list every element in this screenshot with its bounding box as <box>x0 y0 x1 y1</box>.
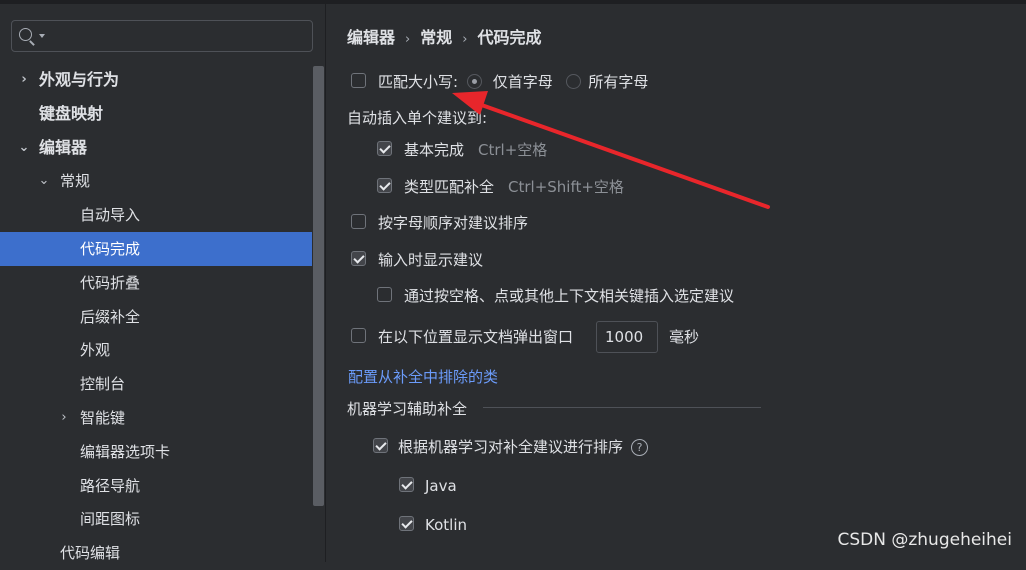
show-doc-checkbox[interactable] <box>351 328 366 343</box>
ml-kotlin-label: Kotlin <box>425 516 467 534</box>
radio-all-letters-label: 所有字母 <box>588 73 649 91</box>
tree-item-appearance[interactable]: › 外观与行为 <box>0 63 312 97</box>
tree-item-code-folding[interactable]: 代码折叠 <box>0 266 312 300</box>
tree-item-label: 常规 <box>60 172 91 191</box>
show-doc-label: 在以下位置显示文档弹出窗口 <box>378 328 574 346</box>
chevron-right-icon[interactable]: › <box>17 63 31 97</box>
tree-item-label: 外观与行为 <box>39 70 120 89</box>
tree-item-smart-keys[interactable]: › 智能键 <box>0 401 312 435</box>
chevron-down-icon[interactable]: ⌄ <box>17 131 31 165</box>
tree-item-label: 后缀补全 <box>80 307 141 326</box>
smart-type-label: 类型匹配补全 <box>404 178 495 196</box>
tree-item-label: 外观 <box>80 341 111 360</box>
tree-item-label: 编辑器选项卡 <box>80 442 171 461</box>
basic-completion-label: 基本完成 <box>404 141 465 159</box>
show-on-typing-label: 输入时显示建议 <box>378 251 484 269</box>
insert-on-space-label: 通过按空格、点或其他上下文相关键插入选定建议 <box>404 287 735 305</box>
ml-java-label: Java <box>425 477 457 495</box>
exclude-classes-link[interactable]: 配置从补全中排除的类 <box>348 366 498 387</box>
tree-item-editor[interactable]: ⌄ 编辑器 <box>0 131 312 165</box>
sort-alpha-checkbox[interactable] <box>351 214 366 229</box>
tree-item-postfix[interactable]: 后缀补全 <box>0 300 312 334</box>
doc-delay-input[interactable]: 1000 <box>596 321 658 353</box>
tree-item-keymap[interactable]: 键盘映射 <box>0 97 312 131</box>
breadcrumb-code-completion: 代码完成 <box>477 28 542 47</box>
tree-item-label: 间距图标 <box>80 510 141 529</box>
settings-search-input[interactable] <box>11 20 313 52</box>
tree-item-label: 自动导入 <box>80 206 141 225</box>
tree-item-label: 代码编辑 <box>60 544 121 563</box>
tree-item-label: 代码完成 <box>80 240 141 258</box>
basic-completion-checkbox[interactable] <box>377 141 392 156</box>
help-icon[interactable]: ? <box>631 439 649 456</box>
breadcrumb-editor[interactable]: 编辑器 <box>347 28 395 47</box>
sort-alpha-label: 按字母顺序对建议排序 <box>378 214 529 232</box>
show-doc-unit: 毫秒 <box>669 328 700 346</box>
ml-kotlin-checkbox[interactable] <box>399 516 414 531</box>
auto-insert-heading: 自动插入单个建议到: <box>347 109 488 127</box>
tree-item-label: 智能键 <box>80 409 126 427</box>
smart-type-shortcut: Ctrl+Shift+空格 <box>508 178 624 196</box>
settings-content-panel: 编辑器 › 常规 › 代码完成 匹配大小写: 仅首字母 所有字母 自动插入单个建议到: … <box>326 4 1026 562</box>
insert-on-space-checkbox[interactable] <box>377 287 392 302</box>
tree-item-gutter-icons[interactable]: 间距图标 <box>0 502 312 536</box>
chevron-down-icon[interactable] <box>39 34 45 38</box>
breadcrumb-general[interactable]: 常规 <box>420 28 452 47</box>
basic-completion-shortcut: Ctrl+空格 <box>478 141 548 159</box>
tree-item-label: 控制台 <box>80 375 126 394</box>
ml-group-divider <box>483 407 761 408</box>
tree-item-console[interactable]: 控制台 <box>0 367 312 401</box>
chevron-right-icon: › <box>405 32 411 47</box>
match-case-label: 匹配大小写: <box>378 73 459 91</box>
tree-item-label: 代码折叠 <box>80 273 141 292</box>
chevron-down-icon[interactable]: ⌄ <box>37 164 51 198</box>
tree-item-label: 键盘映射 <box>39 103 104 123</box>
ml-sort-checkbox[interactable] <box>373 438 388 453</box>
tree-item-appearance-sub[interactable]: 外观 <box>0 333 312 367</box>
tree-scrollbar[interactable] <box>313 66 324 506</box>
tree-item-general[interactable]: ⌄ 常规 <box>0 164 312 198</box>
radio-all-letters[interactable] <box>565 74 581 89</box>
ml-java-checkbox[interactable] <box>399 477 414 492</box>
chevron-right-icon: › <box>462 32 468 47</box>
radio-first-letter[interactable] <box>467 74 482 89</box>
settings-tree-panel: › 外观与行为键盘映射 ⌄ 编辑器 ⌄ 常规自动导入代码完成代码折叠后缀补全外观控制台 › 智… <box>0 4 326 562</box>
chevron-right-icon[interactable]: › <box>57 401 71 435</box>
ml-group-title: 机器学习辅助补全 <box>347 400 468 418</box>
show-on-typing-checkbox[interactable] <box>351 251 366 266</box>
match-case-checkbox[interactable] <box>351 73 366 88</box>
ml-sort-label: 根据机器学习对补全建议进行排序 <box>398 438 624 456</box>
tree-item-label: 路径导航 <box>80 476 141 495</box>
breadcrumb: 编辑器 › 常规 › 代码完成 <box>347 24 541 48</box>
watermark: CSDN @zhugeheihei <box>837 530 1012 550</box>
smart-type-checkbox[interactable] <box>377 178 392 193</box>
tree-item-code-editing[interactable]: 代码编辑 <box>0 536 312 570</box>
tree-item-label: 编辑器 <box>39 137 88 157</box>
tree-item-auto-import[interactable]: 自动导入 <box>0 198 312 232</box>
radio-first-letter-label: 仅首字母 <box>492 73 553 91</box>
search-icon <box>19 28 32 41</box>
tree-item-code-completion[interactable]: 代码完成 <box>0 232 312 266</box>
tree-item-breadcrumbs[interactable]: 路径导航 <box>0 469 312 503</box>
tree-item-editor-tabs[interactable]: 编辑器选项卡 <box>0 435 312 469</box>
match-case-radio-group: 仅首字母 所有字母 <box>467 71 648 93</box>
